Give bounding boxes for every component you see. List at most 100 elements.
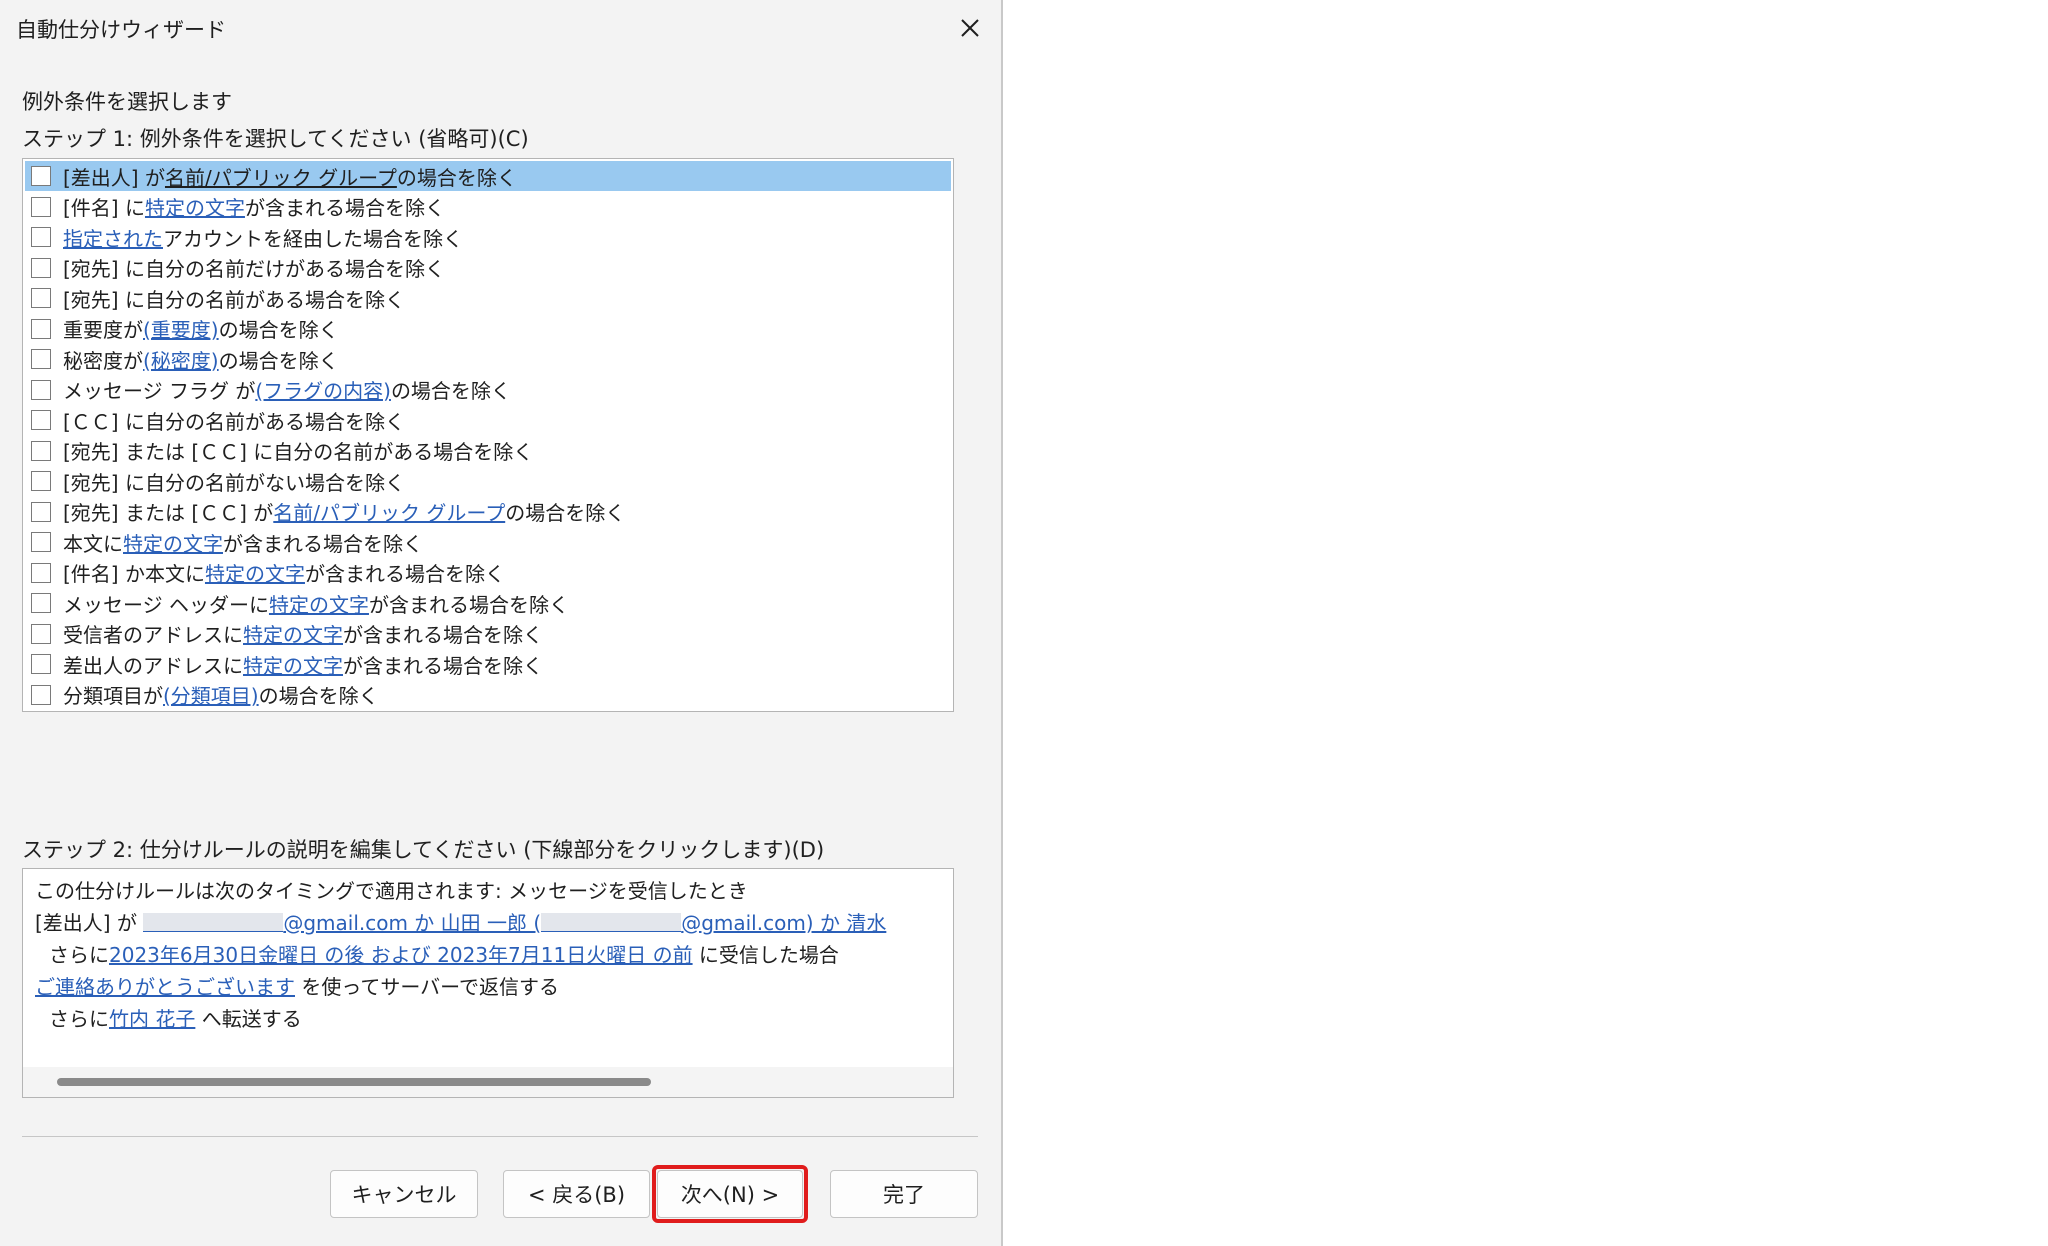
sender-link[interactable]: @gmail.com か 山田 一郎 ( <box>283 911 541 935</box>
step2-label: ステップ 2: 仕分けルールの説明を編集してください (下線部分をクリックします… <box>22 838 825 862</box>
condition-link[interactable]: 名前/パブリック グループ <box>273 497 505 526</box>
condition-link[interactable]: 指定された <box>63 223 163 252</box>
condition-checkbox[interactable] <box>31 166 51 186</box>
condition-checkbox[interactable] <box>31 379 51 400</box>
condition-item[interactable]: 秘密度が (秘密度) の場合を除く <box>25 344 951 374</box>
step1-label: ステップ 1: 例外条件を選択してください (省略可)(C) <box>22 127 529 151</box>
condition-text: の場合を除く <box>218 348 339 373</box>
condition-link[interactable]: 名前/パブリック グループ <box>165 162 397 191</box>
condition-checkbox[interactable] <box>31 654 51 674</box>
condition-link[interactable]: 特定の文字 <box>123 528 223 557</box>
redacted-email <box>541 913 682 932</box>
title-bar: 自動仕分けウィザード <box>0 0 1001 56</box>
condition-checkbox[interactable] <box>31 196 51 217</box>
exception-conditions-list[interactable]: [差出人] が 名前/パブリック グループ の場合を除く [件名] に 特定の文字… <box>22 158 954 712</box>
condition-item[interactable]: メッセージ フラグ が (フラグの内容) の場合を除く <box>25 375 951 405</box>
condition-checkbox[interactable] <box>31 501 51 522</box>
condition-checkbox[interactable] <box>31 623 51 644</box>
condition-item[interactable]: [件名] か本文に 特定の文字 が含まれる場合を除く <box>25 558 951 588</box>
condition-item[interactable]: [宛先] に自分の名前がある場合を除く <box>25 283 951 313</box>
finish-button[interactable]: 完了 <box>830 1170 978 1218</box>
condition-link[interactable]: (秘密度) <box>143 345 219 374</box>
description-line: この仕分けルールは次のタイミングで適用されます: メッセージを受信したとき <box>35 875 748 904</box>
condition-checkbox[interactable] <box>31 288 51 308</box>
condition-text: アカウントを経由した場合を除く <box>163 226 463 251</box>
condition-text: メッセージ フラグ が <box>63 379 256 403</box>
description-text: この仕分けルールは次のタイミングで適用されます: メッセージを受信したとき <box>35 879 748 903</box>
condition-item[interactable]: 分類項目が (分類項目) の場合を除く <box>25 680 951 710</box>
condition-link[interactable]: 特定の文字 <box>269 589 369 618</box>
redacted-email <box>143 913 284 932</box>
condition-item[interactable]: 差出人のアドレスに 特定の文字 が含まれる場合を除く <box>25 649 951 679</box>
condition-text: の場合を除く <box>505 501 626 525</box>
condition-text: 分類項目が <box>63 684 163 708</box>
condition-text: [宛先] または [ＣＣ] が <box>63 501 274 525</box>
condition-text: が含まれる場合を除く <box>368 592 569 617</box>
window-title: 自動仕分けウィザード <box>16 18 226 42</box>
condition-checkbox[interactable] <box>31 349 51 369</box>
condition-checkbox[interactable] <box>31 684 51 705</box>
condition-text: の場合を除く <box>218 318 339 342</box>
condition-item[interactable]: 本文に 特定の文字 が含まれる場合を除く <box>25 527 951 557</box>
back-button[interactable]: < 戻る(B) <box>503 1170 650 1218</box>
description-line: さらに2023年6月30日金曜日 の後 および 2023年7月11日火曜日 の前… <box>49 939 839 968</box>
condition-text: が含まれる場合を除く <box>343 623 543 647</box>
condition-checkbox[interactable] <box>31 227 51 247</box>
description-text: [差出人] が <box>35 911 144 935</box>
condition-text: [件名] か本文に <box>63 562 205 586</box>
condition-text: 秘密度が <box>63 348 143 373</box>
condition-text: [宛先] に自分の名前がない場合を除く <box>63 470 405 495</box>
condition-checkbox[interactable] <box>31 318 51 339</box>
next-button[interactable]: 次へ(N) > <box>657 1170 803 1218</box>
horizontal-scrollbar[interactable] <box>23 1067 953 1097</box>
description-text: を使ってサーバーで返信する <box>295 975 559 999</box>
scrollbar-thumb[interactable] <box>57 1078 651 1086</box>
condition-item[interactable]: [宛先] または [ＣＣ] が 名前/パブリック グループ の場合を除く <box>25 497 951 527</box>
page-heading: 例外条件を選択します <box>22 90 232 114</box>
condition-checkbox[interactable] <box>31 440 51 461</box>
condition-text: 重要度が <box>63 318 143 342</box>
cancel-button[interactable]: キャンセル <box>330 1170 478 1218</box>
forward-recipient-link[interactable]: 竹内 花子 <box>109 1007 195 1031</box>
description-text: へ転送する <box>195 1007 302 1031</box>
condition-text: 受信者のアドレスに <box>63 623 243 647</box>
condition-text: [件名] に <box>63 196 145 220</box>
condition-text: [宛先] に自分の名前がある場合を除く <box>63 287 405 312</box>
condition-link[interactable]: 特定の文字 <box>145 192 245 221</box>
condition-link[interactable]: 特定の文字 <box>205 558 305 587</box>
sender-link[interactable]: @gmail.com) か 清水 <box>681 911 886 935</box>
rule-description-box[interactable]: この仕分けルールは次のタイミングで適用されます: メッセージを受信したとき [差… <box>22 868 954 1098</box>
condition-link[interactable]: (分類項目) <box>163 680 259 709</box>
reply-template-link[interactable]: ご連絡ありがとうございます <box>35 975 295 999</box>
condition-checkbox[interactable] <box>31 410 51 430</box>
condition-item[interactable]: [件名] に 特定の文字 が含まれる場合を除く <box>25 192 951 222</box>
condition-item[interactable]: 重要度が (重要度) の場合を除く <box>25 314 951 344</box>
condition-checkbox[interactable] <box>31 471 51 491</box>
condition-checkbox[interactable] <box>31 532 51 552</box>
condition-checkbox[interactable] <box>31 593 51 613</box>
description-line: [差出人] が @gmail.com か 山田 一郎 ( @gmail.com) … <box>35 907 886 936</box>
close-button[interactable] <box>950 8 990 48</box>
condition-item[interactable]: [宛先] に自分の名前がない場合を除く <box>25 466 951 496</box>
condition-item[interactable]: メッセージ ヘッダーに 特定の文字 が含まれる場合を除く <box>25 588 951 618</box>
condition-text: 本文に <box>63 531 123 556</box>
condition-checkbox[interactable] <box>31 562 51 583</box>
condition-item[interactable]: [宛先] に自分の名前だけがある場合を除く <box>25 253 951 283</box>
condition-item[interactable]: [差出人] が 名前/パブリック グループ の場合を除く <box>25 161 951 191</box>
condition-text: の場合を除く <box>396 165 517 190</box>
condition-link[interactable]: 特定の文字 <box>243 650 343 679</box>
close-icon <box>961 19 979 37</box>
condition-item[interactable]: [ＣＣ] に自分の名前がある場合を除く <box>25 405 951 435</box>
date-range-link[interactable]: 2023年6月30日金曜日 の後 および 2023年7月11日火曜日 の前 <box>109 943 693 967</box>
rules-wizard-dialog: 自動仕分けウィザード 例外条件を選択します ステップ 1: 例外条件を選択してく… <box>0 0 1003 1246</box>
condition-text: の場合を除く <box>390 379 511 403</box>
condition-link[interactable]: 特定の文字 <box>243 619 343 648</box>
condition-text: の場合を除く <box>258 684 379 708</box>
condition-checkbox[interactable] <box>31 257 51 278</box>
condition-item[interactable]: 受信者のアドレスに 特定の文字 が含まれる場合を除く <box>25 619 951 649</box>
condition-link[interactable]: (重要度) <box>143 314 219 343</box>
condition-text: [ＣＣ] に自分の名前がある場合を除く <box>63 409 405 434</box>
condition-item[interactable]: [宛先] または [ＣＣ] に自分の名前がある場合を除く <box>25 436 951 466</box>
condition-link[interactable]: (フラグの内容) <box>255 375 391 404</box>
condition-item[interactable]: 指定された アカウントを経由した場合を除く <box>25 222 951 252</box>
